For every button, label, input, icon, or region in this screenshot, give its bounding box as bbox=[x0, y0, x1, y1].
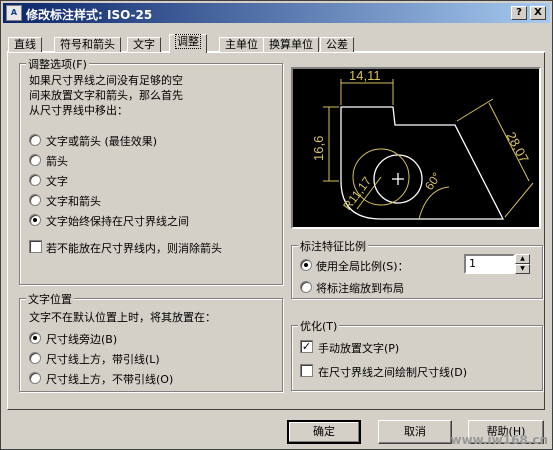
placement-beside-radio[interactable] bbox=[29, 332, 41, 344]
fit-option-best-label[interactable]: 文字或箭头 (最佳效果) bbox=[46, 133, 157, 149]
preview-part-outline bbox=[340, 106, 505, 220]
fit-option-both-radio[interactable] bbox=[29, 194, 41, 206]
suppress-arrows-label[interactable]: 若不能放在尺寸界线内，则消除箭头 bbox=[46, 240, 222, 256]
dialog-window: A 修改标注样式: ISO-25 ? X 直线 符号和箭头 文字 调整 主单位 … bbox=[0, 0, 553, 450]
tab-symbols-arrows[interactable]: 符号和箭头 bbox=[54, 37, 121, 53]
fit-option-always-label[interactable]: 文字始终保持在尺寸界线之间 bbox=[46, 213, 189, 229]
window-title: 修改标注样式: ISO-25 bbox=[26, 8, 153, 22]
fit-options-title: 调整选项(F) bbox=[26, 56, 89, 72]
app-icon: A bbox=[6, 5, 22, 21]
fit-option-always-radio[interactable] bbox=[29, 214, 41, 226]
global-scale-radio[interactable] bbox=[300, 259, 312, 271]
preview-top-dim-label: 14,11 bbox=[349, 69, 381, 83]
fine-tuning-group: 优化(T) ✓ 手动放置文字(P) 在尺寸界线之间绘制尺寸线(D) bbox=[291, 318, 543, 391]
preview-right-dim-label: 28,07 bbox=[503, 129, 532, 165]
spinner-up-button[interactable]: ▲ bbox=[515, 254, 530, 264]
fit-desc-line-2: 间来放置文字和箭头，那么首先 bbox=[29, 89, 183, 102]
tab-alternate-units[interactable]: 换算单位 bbox=[263, 37, 319, 53]
tab-text[interactable]: 文字 bbox=[127, 37, 161, 53]
placement-beside-label[interactable]: 尺寸线旁边(B) bbox=[46, 331, 117, 347]
tab-lines[interactable]: 直线 bbox=[8, 37, 42, 53]
tab-tolerances[interactable]: 公差 bbox=[320, 37, 354, 53]
spinner-down-button[interactable]: ▼ bbox=[515, 264, 530, 274]
placement-no-leader-label[interactable]: 尺寸线上方，不带引线(O) bbox=[46, 371, 173, 387]
preview-drawing: 14,11 16,6 28,07 R11,17 60° bbox=[311, 68, 534, 220]
text-placement-desc: 文字不在默认位置上时，将其放置在： bbox=[29, 311, 216, 324]
preview-right-ext1 bbox=[456, 98, 494, 122]
cancel-button[interactable]: 取消 bbox=[378, 420, 452, 444]
tab-primary-units[interactable]: 主单位 bbox=[219, 37, 264, 53]
global-scale-input[interactable]: 1 bbox=[464, 254, 515, 274]
title-bar: A 修改标注样式: ISO-25 ? X bbox=[3, 3, 550, 23]
manual-text-label[interactable]: 手动放置文字(P) bbox=[318, 340, 399, 356]
suppress-arrows-checkbox[interactable] bbox=[29, 240, 42, 253]
fit-option-best-radio[interactable] bbox=[29, 134, 41, 146]
placement-no-leader-radio[interactable] bbox=[29, 372, 41, 384]
close-title-button[interactable]: X bbox=[530, 6, 546, 20]
fit-desc-line-1: 如果尺寸界线之间没有足够的空 bbox=[29, 74, 183, 87]
preview-left-dim-label: 16,6 bbox=[311, 136, 326, 161]
ok-button[interactable]: 确定 bbox=[287, 420, 361, 444]
preview-pane: 14,11 16,6 28,07 R11,17 60° bbox=[291, 67, 541, 229]
global-scale-label[interactable]: 使用全局比例(S)： bbox=[316, 258, 409, 274]
watermark: www.iw168.cn bbox=[450, 433, 548, 447]
fit-option-arrows-label[interactable]: 箭头 bbox=[46, 153, 68, 169]
fit-desc-line-3: 从尺寸界线中移出： bbox=[29, 104, 128, 117]
draw-dimline-checkbox[interactable] bbox=[300, 364, 313, 377]
scale-to-layout-label[interactable]: 将标注缩放到布局 bbox=[316, 280, 404, 296]
text-placement-title: 文字位置 bbox=[26, 291, 74, 307]
scale-features-title: 标注特征比例 bbox=[298, 238, 368, 254]
placement-leader-radio[interactable] bbox=[29, 352, 41, 364]
help-title-button[interactable]: ? bbox=[511, 6, 527, 20]
manual-text-checkbox[interactable]: ✓ bbox=[300, 340, 313, 353]
fit-options-group: 调整选项(F) 如果尺寸界线之间没有足够的空 间来放置文字和箭头，那么首先 从尺… bbox=[19, 56, 283, 285]
scale-to-layout-radio[interactable] bbox=[300, 281, 312, 293]
placement-leader-label[interactable]: 尺寸线上方，带引线(L) bbox=[46, 351, 160, 367]
draw-dimline-label[interactable]: 在尺寸界线之间绘制尺寸线(D) bbox=[318, 364, 467, 380]
fit-option-arrows-radio[interactable] bbox=[29, 154, 41, 166]
global-scale-spinner[interactable]: 1 ▲ ▼ bbox=[464, 254, 530, 274]
text-placement-group: 文字位置 文字不在默认位置上时，将其放置在： 尺寸线旁边(B) 尺寸线上方，带引… bbox=[19, 291, 283, 392]
tab-fit[interactable]: 调整 bbox=[169, 34, 207, 53]
fine-tuning-title: 优化(T) bbox=[298, 318, 340, 334]
fit-option-text-radio[interactable] bbox=[29, 174, 41, 186]
fit-option-both-label[interactable]: 文字和箭头 bbox=[46, 193, 101, 209]
preview-right-ext2 bbox=[504, 182, 534, 218]
fit-option-text-label[interactable]: 文字 bbox=[46, 173, 68, 189]
